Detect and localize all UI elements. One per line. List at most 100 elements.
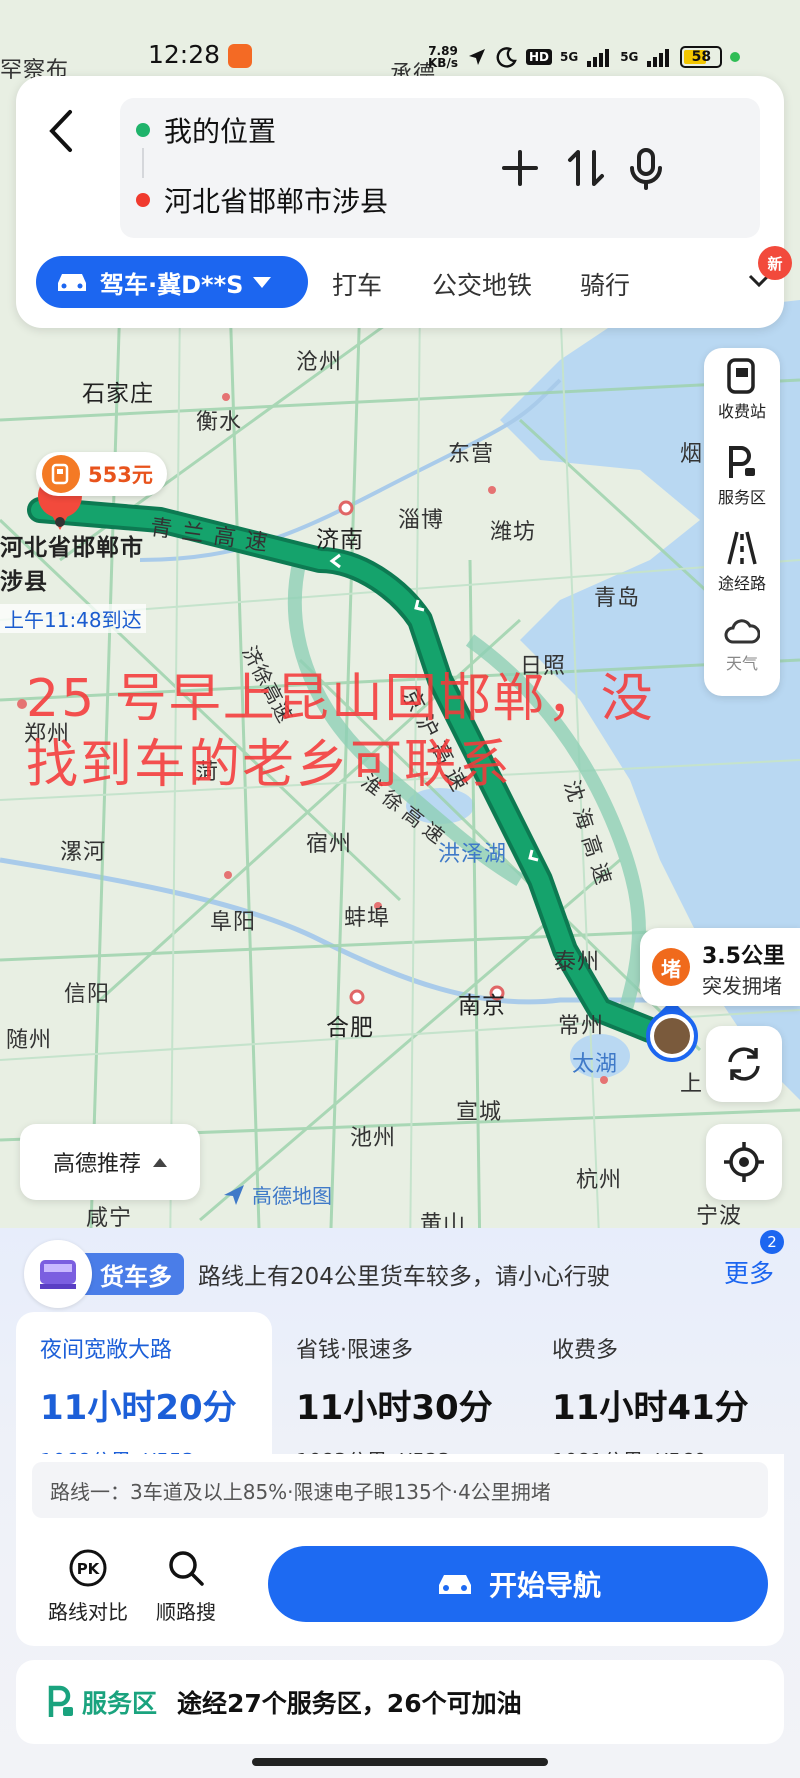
- locate-button[interactable]: [706, 1124, 782, 1200]
- back-icon[interactable]: [42, 106, 82, 156]
- car-icon: [58, 274, 86, 291]
- city-label: 南京: [458, 993, 506, 1019]
- overlay-caption-line1: 25 号早上昆山回邯郸，没: [26, 669, 655, 729]
- eta-label: 上午11:48到达: [0, 604, 146, 633]
- route-preference-button[interactable]: 高德推荐: [20, 1124, 200, 1200]
- car-icon: [438, 1575, 471, 1594]
- search-icon: [169, 1551, 204, 1586]
- battery-icon: 58: [680, 46, 723, 68]
- service-area-icon: [48, 1685, 73, 1717]
- signal-icon: [587, 49, 610, 67]
- tab-ride[interactable]: 骑行: [580, 266, 630, 302]
- map-tools-panel: 收费站 服务区 途经路 天气: [704, 348, 780, 696]
- city-label: 宣城: [456, 1100, 503, 1125]
- city-label: 宁波: [696, 1204, 743, 1229]
- moon-icon: [496, 47, 517, 68]
- hd-icon: HD: [525, 49, 552, 65]
- origin-dot-icon: [136, 123, 150, 137]
- tab-taxi[interactable]: 打车: [332, 266, 382, 302]
- overlay-caption-line2: 找到车的老乡可联系: [26, 735, 513, 795]
- signal-5g-1: 5G: [560, 50, 579, 64]
- destination-label: 河北省邯郸市: [0, 535, 144, 561]
- city-label: 潍坊: [490, 520, 537, 545]
- status-time: 12:28: [148, 40, 221, 69]
- jam-icon: 堵: [652, 948, 690, 986]
- status-bar: 12:28 7.89 KB/s HD 5G 5G 58: [0, 36, 800, 76]
- refresh-icon: [728, 1047, 760, 1081]
- route-info: 路线一：3车道及以上85%·限速电子眼135个·4公里拥堵: [16, 1454, 784, 1526]
- route-search-card: 我的位置 河北省邯郸市涉县 驾车·冀D**S 打车 公交地铁 骑行 新: [16, 76, 792, 328]
- microphone-icon[interactable]: [624, 146, 668, 190]
- chevron-down-icon: [253, 276, 272, 288]
- add-waypoint-icon[interactable]: [498, 146, 542, 190]
- service-area-summary[interactable]: 服务区 途经27个服务区，26个可加油: [16, 1660, 784, 1744]
- toll-icon: [42, 455, 80, 493]
- city-label: 蚌埠: [344, 906, 391, 931]
- route-inputs: 我的位置 河北省邯郸市涉县: [120, 98, 760, 238]
- city-label: 漯河: [60, 840, 107, 865]
- toll-cost-tag[interactable]: 553元: [36, 452, 167, 496]
- refresh-route-button[interactable]: [706, 1026, 782, 1102]
- compare-routes-button[interactable]: PK 路线对比: [38, 1548, 138, 1625]
- via-road-tool[interactable]: 途经路: [704, 520, 780, 604]
- jam-distance: 3.5公里: [702, 944, 785, 969]
- truck-icon: [24, 1240, 92, 1308]
- toll-cost-value: 553元: [88, 463, 153, 487]
- city-label: 沧州: [296, 350, 343, 375]
- city-label: 杭州: [576, 1168, 623, 1193]
- swap-icon[interactable]: [564, 146, 608, 190]
- privacy-dot: [730, 52, 741, 62]
- route-actions: PK 路线对比 顺路搜 开始导航: [16, 1526, 784, 1646]
- city-label: 上: [680, 1072, 704, 1097]
- city-label: 淄博: [398, 508, 445, 533]
- city-label: 信阳: [64, 982, 111, 1007]
- chevron-up-icon: [153, 1157, 167, 1167]
- city-label: 合肥: [326, 1015, 374, 1041]
- city-label: 随州: [6, 1028, 53, 1053]
- city-label: 池州: [350, 1126, 397, 1151]
- city-label: 济南: [316, 527, 364, 553]
- svg-text:PK: PK: [77, 1560, 101, 1578]
- traffic-jam-callout[interactable]: 堵 3.5公里 突发拥堵: [640, 928, 800, 1006]
- new-badge: 新: [758, 246, 792, 280]
- app-notification-icon: [228, 44, 252, 68]
- more-count-badge: 2: [760, 1230, 784, 1254]
- amap-logo: 高德地图: [222, 1180, 332, 1209]
- net-speed: 7.89 KB/s: [428, 44, 458, 70]
- more-button[interactable]: 更多: [724, 1254, 774, 1290]
- city-label: 泰州: [554, 950, 601, 975]
- locate-icon: [724, 1142, 764, 1182]
- truck-label: 货车多: [84, 1253, 184, 1295]
- route-bottom-sheet: 货车多 路线上有204公里货车较多，请小心行驶 更多 2 夜间宽敞大路 11小时…: [0, 1228, 800, 1778]
- city-label: 常州: [558, 1014, 605, 1039]
- route-info-text: 路线一：3车道及以上85%·限速电子眼135个·4公里拥堵: [32, 1462, 768, 1518]
- city-label: 东营: [448, 442, 495, 467]
- cloud-icon: [724, 619, 760, 644]
- signal-5g-2: 5G: [620, 50, 639, 64]
- weather-tool[interactable]: 天气: [704, 606, 780, 690]
- destination-field[interactable]: 河北省邯郸市涉县: [136, 180, 388, 220]
- city-label: 宿州: [306, 832, 353, 857]
- service-area-tool[interactable]: 服务区: [704, 434, 780, 518]
- city-label: 石家庄: [82, 381, 154, 407]
- origin-field[interactable]: 我的位置: [136, 110, 276, 150]
- toll-station-tool[interactable]: 收费站: [704, 348, 780, 432]
- destination-label-2: 涉县: [0, 569, 48, 595]
- road-icon: [727, 531, 757, 565]
- city-label: 太湖: [572, 1052, 619, 1077]
- home-indicator[interactable]: [252, 1758, 548, 1766]
- location-icon: [468, 49, 485, 65]
- truck-notice[interactable]: 货车多 路线上有204公里货车较多，请小心行驶: [24, 1240, 784, 1308]
- city-label: 烟: [680, 442, 704, 467]
- city-label: 洪泽湖: [438, 842, 508, 867]
- status-icons: 7.89 KB/s HD 5G 5G 58: [428, 42, 741, 72]
- start-navigation-button[interactable]: 开始导航: [268, 1546, 768, 1622]
- city-label: 衡水: [196, 410, 243, 435]
- truck-message: 路线上有204公里货车较多，请小心行驶: [198, 1264, 610, 1290]
- travel-mode-tabs: 驾车·冀D**S 打车 公交地铁 骑行 新: [36, 246, 792, 312]
- service-area-icon: [729, 446, 755, 478]
- tab-transit[interactable]: 公交地铁: [432, 266, 532, 302]
- amap-logo-icon: [224, 1184, 244, 1205]
- tab-drive[interactable]: 驾车·冀D**S: [36, 256, 308, 308]
- search-along-button[interactable]: 顺路搜: [136, 1548, 236, 1625]
